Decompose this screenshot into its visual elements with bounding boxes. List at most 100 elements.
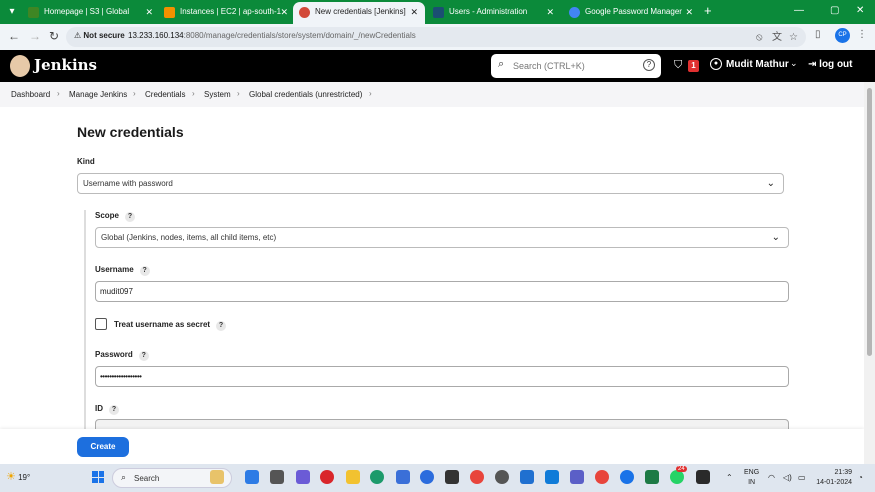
clock-date: 14-01-2024 [816,479,852,486]
terminal-app-icon[interactable] [445,470,459,484]
settings-app-icon[interactable] [495,470,509,484]
breadcrumb-system[interactable]: System [204,90,231,99]
username-help-icon[interactable]: ? [139,266,150,276]
treat-username-secret-label[interactable]: Treat username as secret? [114,320,227,331]
search-box[interactable]: ⌕ Search (CTRL+K) ? [491,54,661,78]
edge-app-icon[interactable] [370,470,384,484]
forward-icon[interactable]: → [29,29,41,43]
teams-app-icon[interactable] [570,470,584,484]
tray-overflow-icon[interactable]: ⌃ [726,473,733,483]
profile-avatar[interactable]: CP [835,28,850,43]
close-tab-icon[interactable]: ✕ [410,2,418,22]
close-tab-icon[interactable]: ✕ [280,2,288,22]
sun-icon: ☀ [6,471,16,483]
id-input[interactable] [95,419,789,429]
search-icon: ⌕ [121,472,127,482]
tab-ec2[interactable]: Instances | EC2 | ap-south-1 ✕ [158,2,295,24]
notification-icon[interactable]: ◔ [858,473,863,483]
user-name-link[interactable]: Mudit Mathur [726,59,789,70]
file-explorer-icon[interactable] [346,470,360,484]
jenkins-logo-icon[interactable] [10,55,30,77]
kind-select[interactable]: Username with password ⌄ [77,173,784,194]
tab-jenkins[interactable]: New credentials [Jenkins] ✕ [293,2,425,24]
wifi-icon[interactable]: ◠ [768,473,775,483]
id-help-icon[interactable]: ? [109,405,119,415]
teams-chat-icon[interactable] [296,470,310,484]
breadcrumb-manage-jenkins[interactable]: Manage Jenkins [69,90,127,99]
side-panel-icon[interactable]: ▯ [815,29,821,41]
copilot-app-icon[interactable] [245,470,259,484]
breadcrumb-chevron-icon[interactable]: › [369,89,372,98]
tab-s3[interactable]: Homepage | S3 | Global ✕ [22,2,160,24]
weather-widget[interactable]: ☀ 19° [6,470,30,483]
breadcrumb-credentials[interactable]: Credentials [145,90,185,99]
ec2-favicon-icon [164,7,175,18]
chevron-down-icon: ⌄ [766,178,775,189]
system-clock[interactable]: 21:39 14-01-2024 [812,468,852,488]
widgets-app-icon[interactable] [210,470,224,484]
page-scrollbar[interactable] [864,82,875,464]
password-input[interactable]: •••••••••••••••••• [95,366,789,387]
windows-start-icon[interactable] [92,471,104,483]
treat-secret-help-icon[interactable]: ? [216,321,227,331]
maximize-icon[interactable]: ▢ [830,4,839,18]
tab-password-manager[interactable]: Google Password Manager ✕ [563,2,700,24]
scope-select[interactable]: Global (Jenkins, nodes, items, all child… [95,227,789,248]
close-tab-icon[interactable]: ✕ [685,2,693,22]
chrome-profile-icon[interactable] [595,470,609,484]
scope-help-icon[interactable]: ? [125,212,136,222]
address-bar[interactable]: ⚠ Not secure 13.233.160.134:8080/manage/… [66,27,806,47]
create-button[interactable]: Create [77,437,129,457]
id-label: ID? [95,404,119,415]
language-indicator[interactable]: ENG IN [744,468,759,488]
password-help-icon[interactable]: ? [138,351,149,361]
taskbar-search-label: Search [134,474,160,483]
new-tab-icon[interactable]: + [704,3,712,19]
close-tab-icon[interactable]: ✕ [145,2,153,22]
hide-password-icon[interactable]: ⦸ [756,32,763,44]
breadcrumb-global-credentials[interactable]: Global credentials (unrestricted) [249,90,362,99]
excel-app-icon[interactable] [645,470,659,484]
security-badge[interactable]: 1 [688,60,699,72]
minimize-icon[interactable]: — [794,4,804,18]
close-tab-icon[interactable]: ✕ [546,2,554,22]
back-icon[interactable]: ← [8,29,20,43]
volume-icon[interactable]: ◁) [783,473,792,483]
chrome-app-icon[interactable] [470,470,484,484]
translate-icon[interactable]: 文 [772,32,782,44]
console-app-icon[interactable] [696,470,710,484]
tab-users-admin[interactable]: Users - Administration ✕ [427,2,561,24]
security-shield-icon[interactable]: ⛉ [674,59,682,72]
zoom-app-icon[interactable] [420,470,434,484]
username-input[interactable]: mudit097 [95,281,789,302]
page-title: New credentials [77,124,184,140]
task-view-icon[interactable] [270,470,284,484]
reload-icon[interactable]: ↻ [49,29,59,43]
main-content: New credentials Kind Username with passw… [0,107,864,429]
chevron-down-icon: ⌄ [771,232,780,243]
user-menu-chevron-icon[interactable]: ⌄ [790,58,798,69]
vscode-app-icon[interactable] [545,470,559,484]
whatsapp-app-icon[interactable] [670,470,684,484]
app-name[interactable]: Jenkins [34,56,97,74]
close-window-icon[interactable]: ✕ [856,4,864,18]
logout-link[interactable]: ⇥ log out [808,59,853,70]
battery-icon[interactable]: ▭ [798,473,806,483]
kind-selected-value: Username with password [83,179,173,188]
search-help-icon[interactable]: ? [643,59,655,71]
chrome-menu-icon[interactable]: ⋮ [857,29,867,41]
tab-label: Instances | EC2 | ap-south-1 [180,7,282,16]
breadcrumb-dashboard[interactable]: Dashboard [11,90,50,99]
store-app-icon[interactable] [396,470,410,484]
mail-app-icon[interactable] [520,470,534,484]
opera-app-icon[interactable] [320,470,334,484]
whatsapp-badge: 24 [676,466,687,472]
jenkins-header: Jenkins ⌕ Search (CTRL+K) ? ⛉ 1 ● Mudit … [0,50,875,82]
tab-search-menu-icon[interactable]: ▾ [4,4,20,20]
security-indicator[interactable]: ⚠ Not secure [74,31,125,40]
chrome-active-icon[interactable] [620,470,634,484]
clock-time: 21:39 [834,469,852,476]
bookmark-star-icon[interactable]: ☆ [789,32,798,44]
treat-username-secret-checkbox[interactable] [95,318,107,330]
scrollbar-thumb[interactable] [867,88,872,356]
